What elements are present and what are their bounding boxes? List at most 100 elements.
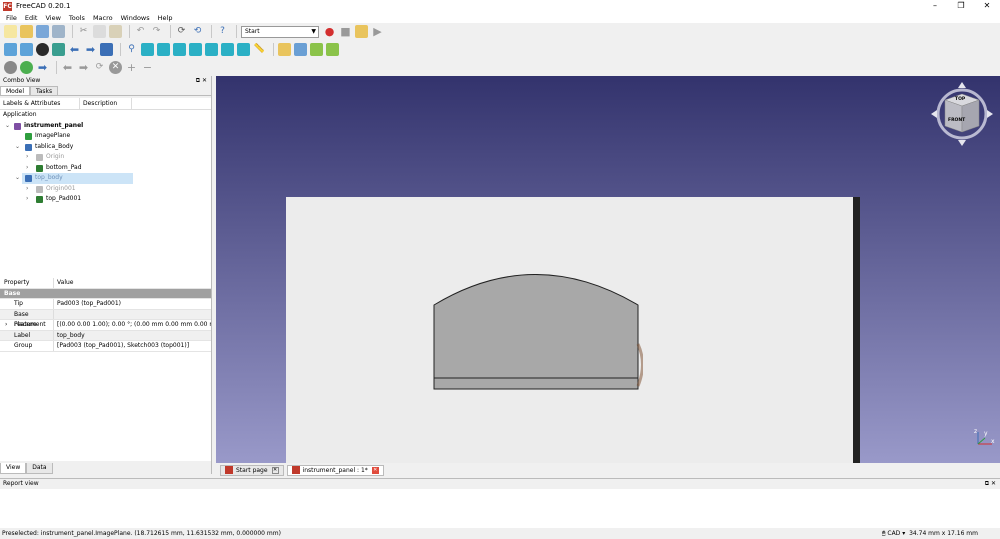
navigation-style[interactable]: CAD: [887, 530, 900, 537]
top-pad-solid[interactable]: [433, 274, 643, 394]
menu-windows[interactable]: Windows: [121, 14, 150, 22]
rear-view-icon[interactable]: [205, 43, 218, 56]
doc-tab-instrument-panel[interactable]: instrument_panel : 1* ✕: [286, 464, 384, 476]
tree-item-instrument-panel[interactable]: ⌄ instrument_panel: [0, 121, 211, 132]
tree-item-top-pad001[interactable]: › top_Pad001: [0, 194, 211, 205]
close-button[interactable]: ✕: [974, 0, 1000, 12]
3d-viewport[interactable]: TOP FRONT x y z: [216, 76, 1000, 463]
web-refresh-icon[interactable]: ⟳: [93, 61, 106, 74]
close-tab-icon[interactable]: ✕: [271, 466, 279, 474]
menu-edit[interactable]: Edit: [25, 14, 38, 22]
panel-controls-icon[interactable]: ⧉ ✕: [985, 479, 996, 489]
tab-view[interactable]: View: [0, 463, 27, 474]
stop-macro-icon[interactable]: ■: [339, 25, 352, 38]
link-icon[interactable]: [310, 43, 323, 56]
forward-arrow-icon[interactable]: ➡: [84, 43, 97, 56]
tree-item-origin[interactable]: › Origin: [0, 152, 211, 163]
nav-cube-top-label[interactable]: TOP: [955, 97, 965, 102]
nav-cube-front-label[interactable]: FRONT: [948, 118, 965, 123]
web-open-icon[interactable]: ➡: [36, 61, 49, 74]
workbench-selector[interactable]: Start ▼: [241, 25, 319, 38]
property-row-label[interactable]: Label top_body: [0, 330, 211, 341]
expand-icon[interactable]: ⌄: [15, 173, 20, 184]
web-stop-icon[interactable]: [4, 61, 17, 74]
menu-macro[interactable]: Macro: [93, 14, 113, 22]
expand-icon[interactable]: ›: [26, 163, 28, 174]
property-value[interactable]: [Pad003 (top_Pad001), Sketch003 (top001)…: [54, 341, 211, 351]
part-icon[interactable]: [278, 43, 291, 56]
menu-file[interactable]: File: [6, 14, 17, 22]
copy-icon[interactable]: [93, 25, 106, 38]
tree-item-imageplane[interactable]: ImagePlane: [0, 131, 211, 142]
minimize-button[interactable]: –: [922, 0, 948, 12]
report-view[interactable]: Report view ⧉ ✕: [0, 478, 1000, 528]
new-file-icon[interactable]: [4, 25, 17, 38]
front-view-icon[interactable]: [157, 43, 170, 56]
bounding-box-icon[interactable]: [52, 43, 65, 56]
menu-tools[interactable]: Tools: [69, 14, 85, 22]
run-macro-icon[interactable]: ▶: [371, 25, 384, 38]
expand-icon[interactable]: ⌄: [15, 142, 20, 153]
tab-tasks[interactable]: Tasks: [30, 86, 59, 95]
property-row-tip[interactable]: Tip Pad003 (top_Pad001): [0, 299, 211, 310]
zoom-in-icon[interactable]: +: [125, 61, 138, 74]
save-as-icon[interactable]: [52, 25, 65, 38]
panel-controls-icon[interactable]: ⧉ ✕: [196, 76, 207, 86]
edit-macro-icon[interactable]: [355, 25, 368, 38]
draw-style-icon[interactable]: [36, 43, 49, 56]
zoom-out-icon[interactable]: −: [141, 61, 154, 74]
fit-selection-icon[interactable]: [20, 43, 33, 56]
navigation-cube[interactable]: TOP FRONT: [929, 80, 995, 148]
tree-item-bottom-pad[interactable]: › bottom_Pad: [0, 163, 211, 174]
property-group-base[interactable]: Base: [0, 288, 211, 299]
paste-icon[interactable]: [109, 25, 122, 38]
refresh-icon[interactable]: ⟳: [175, 25, 188, 38]
menu-view[interactable]: View: [45, 14, 60, 22]
tree-item-top-body[interactable]: ⌄ top_body: [0, 173, 211, 184]
isometric-view-icon[interactable]: [141, 43, 154, 56]
expand-icon[interactable]: ›: [5, 320, 7, 331]
property-editor[interactable]: Property Value Base Tip Pad003 (top_Pad0…: [0, 278, 211, 461]
tree-item-origin001[interactable]: › Origin001: [0, 184, 211, 195]
tree-item-tablica-body[interactable]: ⌄ tablica_Body: [0, 142, 211, 153]
web-forward-icon[interactable]: ➡: [77, 61, 90, 74]
web-home-icon[interactable]: [20, 61, 33, 74]
back-arrow-icon[interactable]: ⬅: [68, 43, 81, 56]
left-view-icon[interactable]: [237, 43, 250, 56]
tab-data[interactable]: Data: [26, 463, 53, 474]
tab-model[interactable]: Model: [0, 86, 31, 95]
property-row-base-feature[interactable]: Base Feature: [0, 309, 211, 328]
image-plane[interactable]: [286, 197, 860, 463]
save-icon[interactable]: [36, 25, 49, 38]
open-file-icon[interactable]: [20, 25, 33, 38]
cut-icon[interactable]: ✂: [77, 25, 90, 38]
expand-icon[interactable]: ›: [26, 194, 28, 205]
property-value[interactable]: top_body: [54, 331, 211, 341]
record-macro-icon[interactable]: ●: [323, 25, 336, 38]
menu-help[interactable]: Help: [158, 14, 173, 22]
right-view-icon[interactable]: [189, 43, 202, 56]
property-row-group[interactable]: Group [Pad003 (top_Pad001), Sketch003 (t…: [0, 341, 211, 352]
close-tab-icon[interactable]: ✕: [371, 466, 379, 474]
doc-tab-start-page[interactable]: Start page ✕: [220, 464, 284, 476]
tree-column-description[interactable]: Description: [80, 98, 132, 109]
whats-this-icon[interactable]: ?: [216, 25, 229, 38]
recompute-icon[interactable]: ⟲: [191, 25, 204, 38]
measure-icon[interactable]: 📏: [253, 43, 266, 56]
chevron-down-icon[interactable]: ▾: [902, 530, 905, 537]
link-actions-icon[interactable]: [326, 43, 339, 56]
zoom-icon[interactable]: ⚲: [125, 43, 138, 56]
web-cancel-icon[interactable]: ✕: [109, 61, 122, 74]
property-row-placement[interactable]: › Placement [(0.00 0.00 1.00); 0.00 °; (0…: [0, 320, 211, 331]
web-back-icon[interactable]: ⬅: [61, 61, 74, 74]
property-value[interactable]: [(0.00 0.00 1.00); 0.00 °; (0.00 mm 0.00…: [54, 320, 211, 330]
property-value[interactable]: Pad003 (top_Pad001): [54, 299, 211, 309]
fit-all-icon[interactable]: [4, 43, 17, 56]
expand-icon[interactable]: ›: [26, 184, 28, 195]
maximize-button[interactable]: ❐: [948, 0, 974, 12]
property-column-value[interactable]: Value: [54, 278, 211, 288]
undo-icon[interactable]: ↶: [134, 25, 147, 38]
redo-icon[interactable]: ↷: [150, 25, 163, 38]
expand-icon[interactable]: ⌄: [5, 121, 10, 132]
expand-icon[interactable]: ›: [26, 152, 28, 163]
